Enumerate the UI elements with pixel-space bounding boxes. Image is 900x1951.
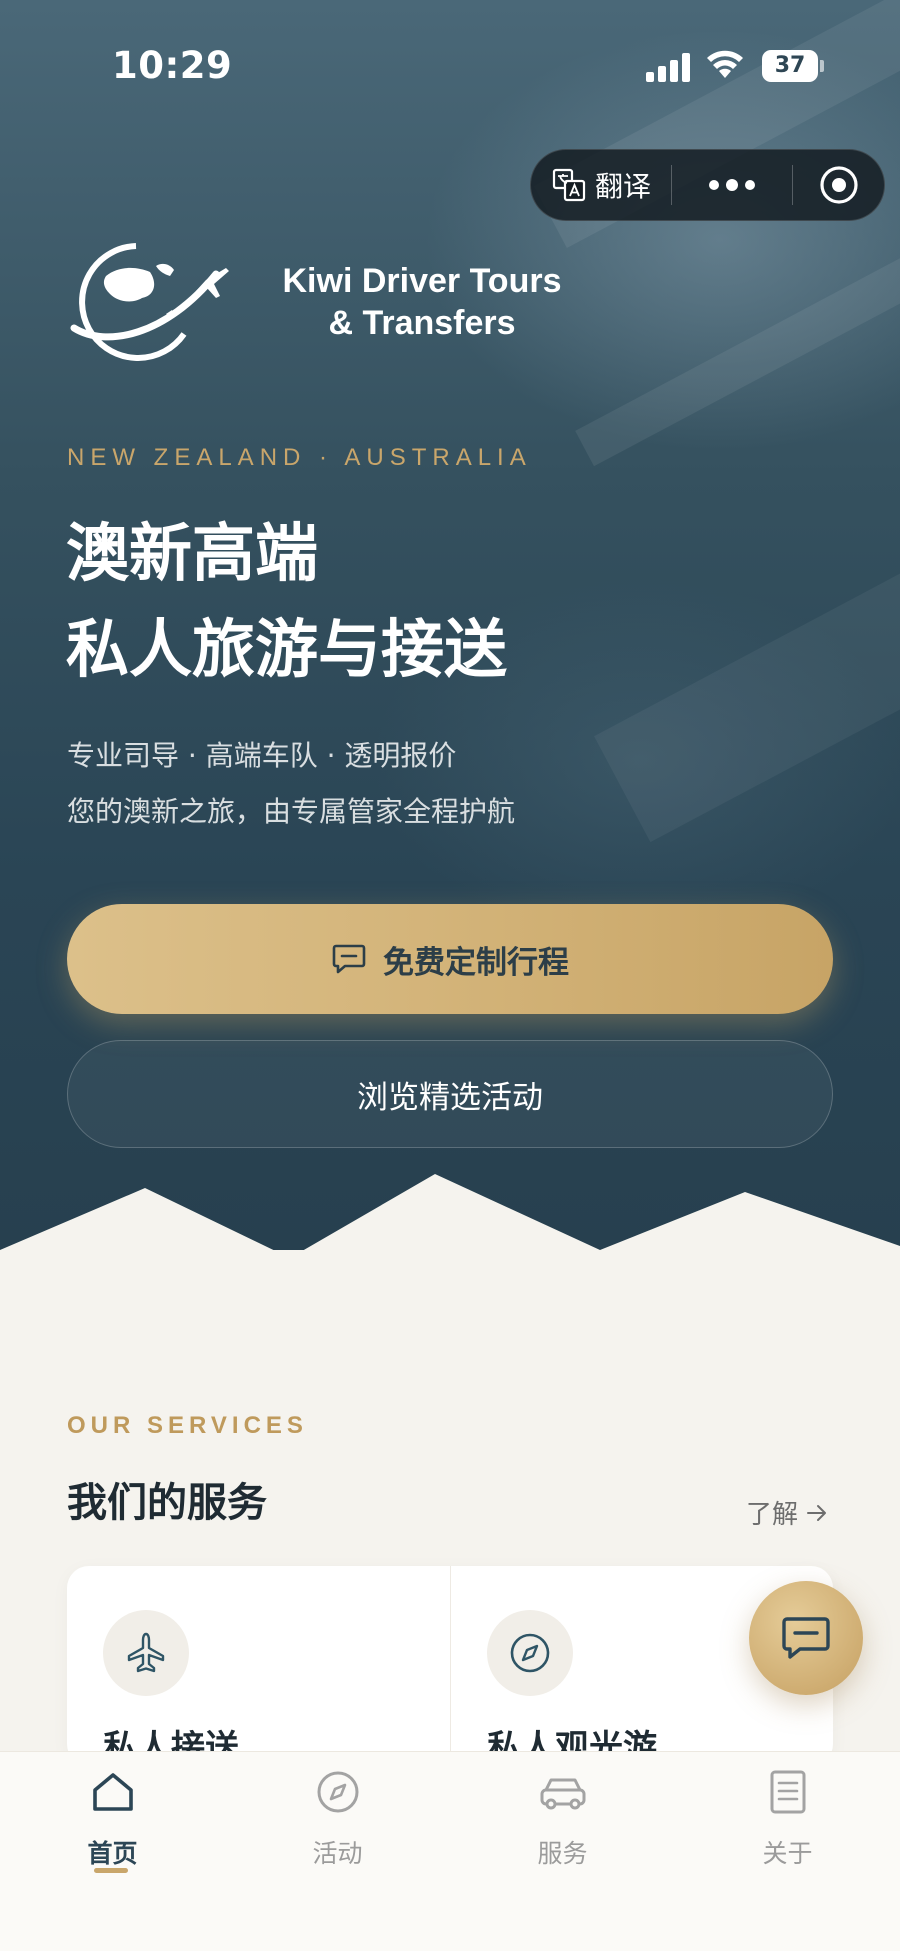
mountain-divider bbox=[0, 1174, 900, 1260]
more-options-button[interactable] bbox=[672, 150, 792, 220]
signal-icon bbox=[646, 52, 690, 82]
browse-activities-button[interactable]: 浏览精选活动 bbox=[67, 1040, 833, 1148]
subtitle-line2: 您的澳新之旅，由专属管家全程护航 bbox=[67, 795, 516, 828]
services-more-label: 了解 bbox=[746, 1500, 799, 1530]
bottom-tab-bar: 首页 活动 服务 关于 bbox=[0, 1751, 900, 1951]
hero-subtitle: 专业司导 · 高端车队 · 透明报价 您的澳新之旅，由专属管家全程护航 bbox=[67, 728, 515, 840]
translate-icon bbox=[552, 168, 586, 202]
headline-line2: 私人旅游与接送 bbox=[66, 613, 507, 686]
background-streak bbox=[575, 233, 900, 467]
wifi-icon bbox=[707, 50, 743, 78]
tab-label: 关于 bbox=[762, 1839, 813, 1868]
brand-logo: Kiwi Driver Tours & Transfers bbox=[66, 236, 562, 366]
battery-level: 37 bbox=[762, 50, 818, 82]
tab-label: 活动 bbox=[312, 1839, 363, 1868]
compass-icon bbox=[314, 1762, 362, 1822]
custom-itinerary-button[interactable]: 免费定制行程 bbox=[67, 904, 833, 1014]
region-eyebrow: NEW ZEALAND · AUSTRALIA bbox=[67, 444, 532, 471]
headline-line1: 澳新高端 bbox=[66, 517, 318, 590]
tab-services[interactable]: 服务 bbox=[450, 1752, 675, 1902]
document-icon bbox=[766, 1762, 810, 1822]
airplane-icon bbox=[103, 1610, 189, 1696]
services-title: 我们的服务 bbox=[67, 1480, 267, 1526]
miniprogram-capsule: 翻译 bbox=[530, 149, 885, 221]
brand-name: Kiwi Driver Tours & Transfers bbox=[242, 260, 602, 344]
tab-home[interactable]: 首页 bbox=[0, 1752, 225, 1902]
target-icon bbox=[819, 166, 858, 204]
battery-indicator: 37 bbox=[762, 50, 824, 82]
tab-label: 首页 bbox=[87, 1839, 138, 1868]
car-icon bbox=[538, 1762, 588, 1822]
services-more-link[interactable]: 了解 bbox=[746, 1494, 828, 1531]
custom-itinerary-label: 免费定制行程 bbox=[383, 944, 569, 981]
background-streak bbox=[594, 557, 900, 843]
chat-bubble-icon bbox=[782, 1617, 830, 1659]
arrow-right-icon bbox=[807, 1504, 827, 1521]
tab-activities[interactable]: 活动 bbox=[225, 1752, 450, 1902]
service-card-transfer[interactable]: 私人接送 bbox=[67, 1566, 450, 1766]
services-eyebrow: OUR SERVICES bbox=[67, 1412, 308, 1439]
translate-label: 翻译 bbox=[594, 170, 651, 203]
active-tab-indicator bbox=[94, 1868, 128, 1873]
status-time: 10:29 bbox=[112, 44, 233, 87]
subtitle-line1: 专业司导 · 高端车队 · 透明报价 bbox=[67, 739, 457, 772]
translate-button[interactable]: 翻译 bbox=[531, 150, 671, 220]
browse-activities-label: 浏览精选活动 bbox=[357, 1079, 543, 1116]
home-icon bbox=[89, 1762, 137, 1822]
chat-bubble-icon bbox=[332, 944, 366, 974]
brand-line2: & Transfers bbox=[328, 304, 516, 342]
brand-line1: Kiwi Driver Tours bbox=[282, 262, 562, 300]
status-bar: 10:29 37 bbox=[0, 0, 900, 130]
compass-icon bbox=[487, 1610, 573, 1696]
hero-headline: 澳新高端 私人旅游与接送 bbox=[66, 506, 507, 698]
services-cards: 私人接送 私人观光游 bbox=[67, 1566, 833, 1766]
tab-about[interactable]: 关于 bbox=[675, 1752, 900, 1902]
globe-plane-icon bbox=[70, 243, 229, 361]
tab-label: 服务 bbox=[537, 1839, 588, 1868]
close-miniprogram-button[interactable] bbox=[793, 150, 884, 220]
chat-fab-button[interactable] bbox=[749, 1581, 863, 1695]
